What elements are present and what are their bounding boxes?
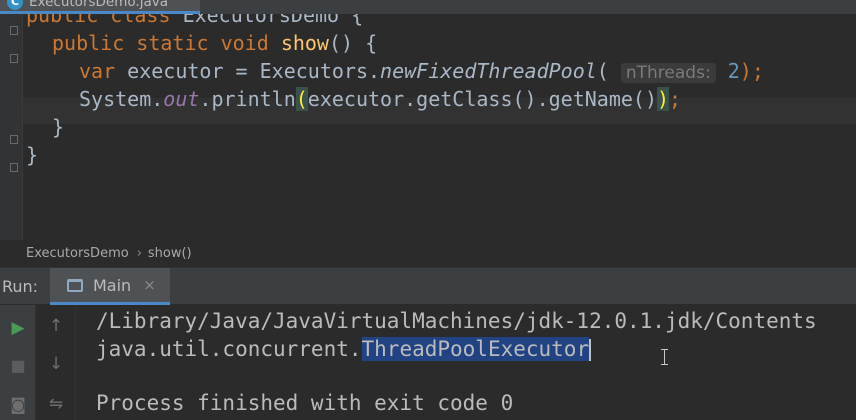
down-arrow-icon[interactable]: ↓ xyxy=(36,349,76,379)
console-line-2: java.util.concurrent.ThreadPoolExecutor xyxy=(96,337,592,361)
console-line-1: /Library/Java/JavaVirtualMachines/jdk-12… xyxy=(96,309,817,333)
breadcrumb-class[interactable]: ExecutorsDemo xyxy=(26,246,129,261)
editor-tab-strip: C ExecutorsDemo.java xyxy=(0,0,856,14)
up-arrow-icon[interactable]: ↑ xyxy=(36,311,76,341)
editor-tab-executorsdemo[interactable]: C ExecutorsDemo.java xyxy=(0,0,200,14)
text-caret xyxy=(589,339,592,361)
run-tab-label: Main xyxy=(93,275,132,295)
stop-icon[interactable]: ■ xyxy=(0,350,36,380)
editor-tab-label: ExecutorsDemo.java xyxy=(29,0,168,10)
code-line-3: var executor = Executors.newFixedThreadP… xyxy=(79,59,764,83)
code-line-1: public class ExecutorsDemo { xyxy=(26,14,364,27)
run-tab-main[interactable]: Main × xyxy=(50,268,170,305)
fold-marker-icon[interactable] xyxy=(10,163,18,172)
console-actions-toolbar: ↑ ↓ ⇋ xyxy=(36,305,76,420)
parameter-hint: nThreads: xyxy=(620,63,716,83)
camera-icon[interactable]: ◙ xyxy=(0,389,36,419)
editor-gutter xyxy=(0,14,23,240)
selected-text: ThreadPoolExecutor xyxy=(361,337,590,361)
code-line-2: public static void show() { xyxy=(52,31,378,55)
run-label: Run: xyxy=(2,277,39,296)
rerun-icon[interactable]: ▶ xyxy=(0,313,36,343)
breadcrumb-separator: › xyxy=(136,246,142,261)
console-window-icon xyxy=(67,278,83,292)
text-cursor-icon xyxy=(661,349,668,365)
code-line-6: } xyxy=(26,143,39,167)
console-output[interactable]: /Library/Java/JavaVirtualMachines/jdk-12… xyxy=(76,305,856,420)
code-line-5: } xyxy=(52,115,65,139)
java-class-icon: C xyxy=(7,0,23,10)
run-toolwindow-header: Run: Main × xyxy=(0,268,856,305)
fold-marker-icon[interactable] xyxy=(10,26,18,35)
close-icon[interactable]: × xyxy=(143,276,156,294)
run-actions-toolbar: ▶ ■ ◙ xyxy=(0,305,36,420)
fold-marker-icon[interactable] xyxy=(10,135,18,144)
breadcrumb: ExecutorsDemo › show() xyxy=(0,240,856,268)
fold-marker-icon[interactable] xyxy=(10,54,18,63)
matched-paren-close: ) xyxy=(657,87,670,111)
breadcrumb-method[interactable]: show() xyxy=(148,246,192,261)
code-editor[interactable]: public class ExecutorsDemo { public stat… xyxy=(0,14,856,240)
console-line-4: Process finished with exit code 0 xyxy=(96,391,514,415)
soft-wrap-icon[interactable]: ⇋ xyxy=(36,389,76,419)
matched-paren-open: ( xyxy=(295,87,308,111)
code-line-4: System.out.println(executor.getClass().g… xyxy=(79,87,682,111)
